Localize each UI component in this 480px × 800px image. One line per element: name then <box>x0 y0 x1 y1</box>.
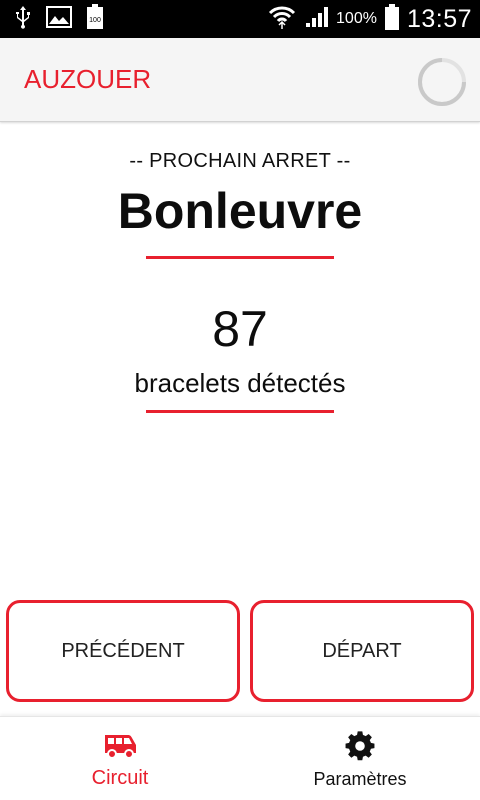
nav-item-circuit[interactable]: Circuit <box>0 717 240 800</box>
start-button[interactable]: DÉPART <box>250 600 474 702</box>
bottom-nav: Circuit Paramètres <box>0 716 480 800</box>
app-bar: AUZOUER <box>0 38 480 122</box>
stop-name: Bonleuvre <box>117 183 363 239</box>
battery-icon <box>384 3 399 35</box>
detected-count-label: bracelets détectés <box>134 368 346 398</box>
wifi-icon <box>268 5 296 34</box>
image-icon <box>46 5 72 33</box>
bus-icon <box>105 735 136 759</box>
battery-percent: 100% <box>336 10 377 27</box>
detected-count: 87 <box>212 301 268 357</box>
app-title: AUZOUER <box>24 64 152 94</box>
signal-icon <box>304 5 329 34</box>
svg-text:100: 100 <box>89 17 101 24</box>
previous-button[interactable]: PRÉCÉDENT <box>6 600 240 702</box>
battery-small-icon: 100 <box>86 3 104 35</box>
count-divider <box>146 410 334 413</box>
loading-spinner-icon <box>418 58 466 106</box>
clock: 13:57 <box>406 4 472 33</box>
nav-label-parametres: Paramètres <box>313 769 407 789</box>
status-left-icons: 100 <box>14 3 104 35</box>
status-right-icons: 100% 13:57 <box>268 0 472 38</box>
stop-name-divider <box>146 256 334 259</box>
next-stop-label: -- PROCHAIN ARRET -- <box>129 150 351 172</box>
usb-icon <box>14 5 32 34</box>
nav-item-parametres[interactable]: Paramètres <box>240 717 480 800</box>
status-bar: 100 100% 13:57 <box>0 0 480 38</box>
gear-icon <box>345 731 375 761</box>
nav-label-circuit: Circuit <box>91 767 149 789</box>
